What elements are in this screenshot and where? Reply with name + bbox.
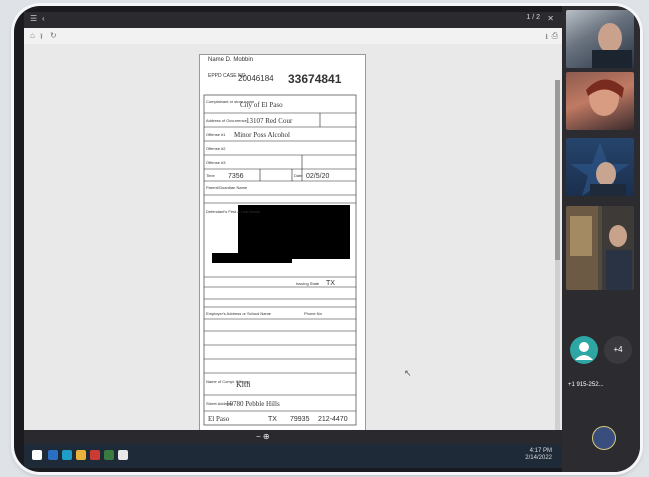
header-name: Name D. Mobbin — [208, 57, 253, 63]
refresh-icon[interactable]: ↻ — [50, 31, 57, 40]
caller-number: +1 915-252... — [568, 382, 604, 388]
offense-value: Minor Poss Alcohol — [234, 131, 290, 139]
taskbar-app-icon[interactable] — [76, 450, 86, 460]
offense2-label: Offense #2 — [206, 146, 226, 151]
taskbar-clock: 4:17 PM 2/14/2022 — [525, 448, 552, 462]
windows-taskbar: 4:17 PM 2/14/2022 — [24, 444, 562, 468]
pdf-document-area: Name D. Mobbin EPPD CASE NO 20046184 336… — [24, 44, 562, 448]
taskbar-app-icon[interactable] — [104, 450, 114, 460]
mouse-cursor-icon: ↖ — [404, 368, 412, 378]
zip-value: 79935 — [290, 416, 310, 423]
download-icon[interactable]: ⭳ — [545, 31, 548, 45]
participant-video — [592, 23, 632, 68]
complainant-value: City of El Paso — [240, 101, 283, 109]
participant-video — [586, 79, 624, 116]
date-value: 02/5/20 — [306, 173, 329, 180]
date-label: Date — [294, 173, 303, 178]
home-icon[interactable]: ⌂ — [30, 31, 35, 40]
start-icon[interactable] — [32, 450, 42, 460]
taskbar-app-icon[interactable] — [48, 450, 58, 460]
time-value: 7356 — [228, 173, 244, 180]
citation-number: 33674841 — [288, 72, 342, 86]
page-navigation-bar: − ⊕ — [24, 430, 562, 444]
parent-label: Parent/Guardian Name — [206, 185, 248, 190]
participant-video-tile[interactable] — [566, 72, 634, 130]
state-value: TX — [326, 280, 335, 287]
clock-time: 4:17 PM — [529, 448, 552, 454]
offense3-label: Offense #3 — [206, 160, 226, 165]
address-label: Address of Occurrence — [206, 118, 248, 123]
print-icon[interactable]: ⎙ — [552, 31, 558, 41]
back-icon[interactable]: ‹ — [42, 14, 45, 23]
phone-label: Phone No — [304, 311, 323, 316]
zoom-controls[interactable]: − ⊕ — [256, 432, 270, 441]
street-value: 10780 Pebble Hills — [226, 400, 280, 408]
offense-label: Offense #1 — [206, 132, 226, 137]
upload-icon[interactable]: ⭱ — [40, 31, 43, 45]
monitor-frame: ☰ ‹ 1 / 2 ✕ ⌂ ⭱ ↻ ⭳ ⎙ Name D. Mobbin EPP… — [14, 6, 640, 472]
redaction-box-2 — [212, 253, 292, 263]
state-label: Issuing State — [296, 281, 320, 286]
clock-date: 2/14/2022 — [525, 455, 552, 461]
participant-video — [566, 206, 634, 290]
citation-page: Name D. Mobbin EPPD CASE NO 20046184 336… — [199, 54, 366, 448]
address-value: 13107 Red Cour — [246, 117, 293, 125]
close-icon[interactable]: ✕ — [547, 14, 554, 23]
time-label: Time — [206, 173, 216, 178]
citation-form: Name D. Mobbin EPPD CASE NO 20046184 336… — [203, 57, 357, 426]
participant-video — [570, 142, 630, 196]
phone-value: 212-4470 — [318, 416, 348, 423]
participant-video-tile[interactable] — [566, 206, 634, 290]
participant-video-tile[interactable] — [566, 10, 634, 68]
case-number: 20046184 — [238, 74, 274, 83]
caller-avatar[interactable] — [570, 336, 598, 364]
page-indicator: 1 / 2 — [526, 14, 540, 21]
court-seal-logo — [592, 426, 616, 450]
city-value: El Paso — [208, 415, 230, 423]
more-participants-badge[interactable]: +4 — [604, 336, 632, 364]
participant-video-tile[interactable] — [566, 138, 634, 196]
shared-screen: ☰ ‹ 1 / 2 ✕ ⌂ ⭱ ↻ ⭳ ⎙ Name D. Mobbin EPP… — [24, 12, 562, 468]
witness-value: Kith — [236, 380, 250, 389]
viewer-toolbar: ☰ ‹ 1 / 2 ✕ — [24, 12, 562, 28]
participants-panel: +4 +1 915-252... — [562, 6, 640, 472]
taskbar-app-icon[interactable] — [90, 450, 100, 460]
address-bar: ⌂ ⭱ ↻ ⭳ ⎙ — [24, 28, 562, 45]
document-scrollbar[interactable] — [555, 80, 560, 440]
city-state-value: TX — [268, 416, 277, 423]
taskbar-app-icon[interactable] — [118, 450, 128, 460]
audio-callers: +4 — [570, 336, 632, 376]
menu-icon[interactable]: ☰ — [30, 14, 37, 23]
person-icon — [575, 342, 593, 360]
defendant-label: Defendant's First & Last Name — [206, 209, 261, 214]
scrollbar-thumb[interactable] — [555, 80, 560, 260]
taskbar-app-icon[interactable] — [62, 450, 72, 460]
employer-label: Employer's Address or School Name — [206, 311, 272, 316]
